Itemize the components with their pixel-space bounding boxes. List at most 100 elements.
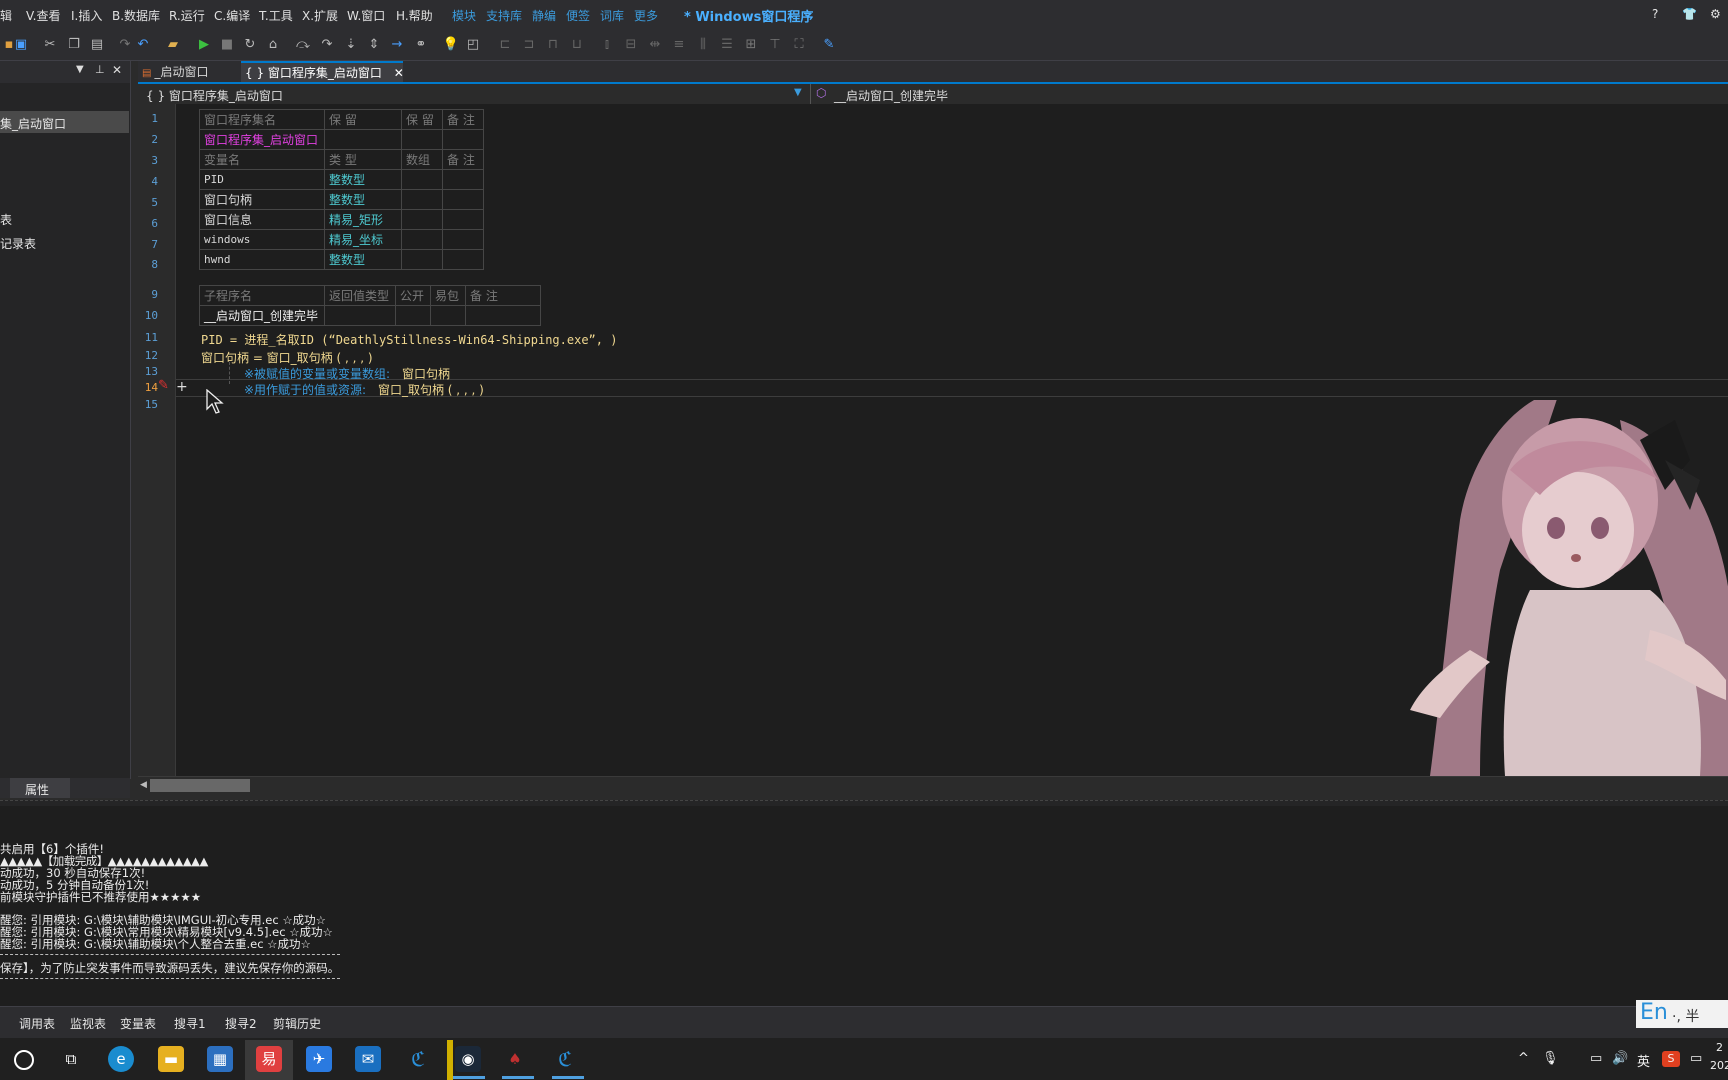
center-v-icon[interactable]: ⊤ <box>766 36 784 54</box>
undo-icon[interactable]: ↶ <box>134 36 152 54</box>
steam-icon[interactable]: ◉ <box>455 1046 481 1072</box>
same-width-icon[interactable]: ⇹ <box>646 36 664 54</box>
stop-icon[interactable]: ■ <box>218 36 236 54</box>
close-tab-icon[interactable]: ✕ <box>394 66 404 80</box>
horizontal-scrollbar[interactable]: ◀ <box>138 776 1728 795</box>
save-icon[interactable]: ▣ <box>12 36 30 54</box>
menu-run[interactable]: R.运行 <box>169 7 205 24</box>
bulb-icon[interactable]: 💡 <box>442 36 460 54</box>
network-icon[interactable]: ▭ <box>1590 1051 1602 1066</box>
tray-expand-icon[interactable]: ^ <box>1518 1051 1529 1066</box>
menu-window[interactable]: W.窗口 <box>347 7 385 24</box>
step-out-icon[interactable]: ⇕ <box>365 36 383 54</box>
var-type-cell[interactable]: 整数型 <box>324 249 402 270</box>
dropdown-icon[interactable]: ▼ <box>76 64 84 75</box>
copy-icon[interactable]: ❐ <box>65 36 83 54</box>
link-support-lib[interactable]: 支持库 <box>486 7 522 24</box>
clock-date[interactable]: 2021 <box>1710 1059 1728 1072</box>
assembly-name-cell[interactable]: 窗口程序集_启动窗口 <box>199 129 325 150</box>
link-more[interactable]: 更多 <box>634 7 658 24</box>
window-icon[interactable]: ◰ <box>464 36 482 54</box>
expand-plus[interactable]: + <box>176 379 188 395</box>
notification-icon[interactable]: ▭ <box>1690 1051 1702 1066</box>
pin-icon[interactable]: ⊥ <box>95 63 105 76</box>
app-c2-icon[interactable]: ℭ <box>552 1046 578 1072</box>
sogou-ime-icon[interactable]: S <box>1662 1051 1680 1067</box>
tab-search-2[interactable]: 搜寻2 <box>225 1015 257 1032</box>
menu-help[interactable]: H.帮助 <box>396 7 433 24</box>
nav-scope-select[interactable]: { } 窗口程序集_启动窗口 <box>146 87 283 104</box>
step-over-icon[interactable]: ⤼ <box>294 36 312 54</box>
ime-status-bar[interactable]: En ·, 半 <box>1636 1000 1728 1028</box>
properties-tab[interactable]: 属性 <box>25 781 49 798</box>
menu-edit[interactable]: 辑 <box>0 7 12 24</box>
store-icon[interactable]: ▦ <box>207 1046 233 1072</box>
restart-icon[interactable]: ↻ <box>241 36 259 54</box>
align-vcenter-icon[interactable]: ⊟ <box>622 36 640 54</box>
game-icon[interactable]: ♠ <box>502 1046 528 1072</box>
menu-tools[interactable]: T.工具 <box>259 7 293 24</box>
menu-extend[interactable]: X.扩展 <box>302 7 338 24</box>
tray-input-lang[interactable]: 英 <box>1637 1051 1650 1070</box>
fullscreen-icon[interactable]: ⛶ <box>790 36 808 54</box>
tab-search-1[interactable]: 搜寻1 <box>174 1015 206 1032</box>
task-view-icon[interactable]: ⧉ <box>58 1046 84 1072</box>
same-height-icon[interactable]: ≡ <box>670 36 688 54</box>
cut-icon[interactable]: ✂ <box>41 36 59 54</box>
step-into-icon[interactable]: ⇣ <box>342 36 360 54</box>
tab-assembly[interactable]: { } 窗口程序集_启动窗口 ✕ <box>241 61 404 83</box>
step-icon[interactable]: ↷ <box>318 36 336 54</box>
align-hcenter-icon[interactable]: ⫾ <box>598 36 616 54</box>
var-name-cell[interactable]: windows <box>199 229 325 250</box>
var-type-cell[interactable]: 精易_坐标 <box>324 229 402 250</box>
run-icon[interactable]: ▶ <box>195 36 213 54</box>
menu-compile[interactable]: C.编译 <box>214 7 250 24</box>
folder-icon[interactable]: ▰ <box>164 36 182 54</box>
link-lexicon[interactable]: 词库 <box>600 7 624 24</box>
link-notes[interactable]: 便签 <box>566 7 590 24</box>
feishu-icon[interactable]: ✈ <box>306 1046 332 1072</box>
left-panel-item-table[interactable]: 表 <box>0 211 12 228</box>
v-spacing-icon[interactable]: ☰ <box>718 36 736 54</box>
tab-startup-window[interactable]: ▤ _启动窗口 <box>138 61 240 83</box>
var-type-cell[interactable]: 精易_矩形 <box>324 209 402 230</box>
help-icon[interactable]: ? <box>1652 7 1658 21</box>
link-static-compile[interactable]: 静编 <box>532 7 556 24</box>
scrollbar-thumb[interactable] <box>150 779 250 792</box>
left-panel-item-records[interactable]: 记录表 <box>0 235 36 252</box>
compile-icon[interactable]: ⌂ <box>264 36 282 54</box>
left-panel-selected-item[interactable]: 集_启动窗口 <box>0 111 129 133</box>
close-panel-icon[interactable]: ✕ <box>112 63 122 77</box>
volume-icon[interactable]: 🔊 <box>1612 1051 1628 1066</box>
search-circle-icon[interactable] <box>14 1050 34 1070</box>
easy-language-icon[interactable]: 易 <box>256 1046 282 1072</box>
center-h-icon[interactable]: ⊞ <box>742 36 760 54</box>
menu-database[interactable]: B.数据库 <box>112 7 160 24</box>
var-type-cell[interactable]: 整数型 <box>324 189 402 210</box>
link-icon[interactable]: ⚭ <box>412 36 430 54</box>
align-left-icon[interactable]: ⊏ <box>496 36 514 54</box>
var-name-cell[interactable]: PID <box>199 169 325 190</box>
breakpoint-pen-icon[interactable]: ✎ <box>158 378 169 393</box>
app-c-icon[interactable]: ℭ <box>405 1046 431 1072</box>
redo-icon[interactable]: ↷ <box>116 36 134 54</box>
menu-insert[interactable]: I.插入 <box>71 7 102 24</box>
align-bottom-icon[interactable]: ⊔ <box>568 36 586 54</box>
var-name-cell[interactable]: 窗口信息 <box>199 209 325 230</box>
gear-icon[interactable]: ⚙ <box>1710 7 1721 21</box>
tab-clipboard-history[interactable]: 剪辑历史 <box>273 1015 321 1032</box>
code-line-12[interactable]: 窗口句柄 = 窗口_取句柄 ( , , , ) <box>201 349 373 366</box>
goto-icon[interactable]: → <box>388 36 406 54</box>
align-top-icon[interactable]: ⊓ <box>544 36 562 54</box>
tab-variables[interactable]: 变量表 <box>120 1015 156 1032</box>
tab-watch[interactable]: 监视表 <box>70 1015 106 1032</box>
file-explorer-icon[interactable]: ▬ <box>158 1046 184 1072</box>
menu-view[interactable]: V.查看 <box>26 7 60 24</box>
paste-icon[interactable]: ▤ <box>88 36 106 54</box>
link-modules[interactable]: 模块 <box>452 7 476 24</box>
clock-time[interactable]: 2 <box>1716 1041 1723 1054</box>
shirt-icon[interactable]: 👕 <box>1682 7 1697 21</box>
code-line-11[interactable]: PID = 进程_名取ID (“DeathlyStillness-Win64-S… <box>201 331 617 348</box>
chevron-down-icon[interactable]: ▼ <box>794 87 802 98</box>
mail-icon[interactable]: ✉ <box>355 1046 381 1072</box>
